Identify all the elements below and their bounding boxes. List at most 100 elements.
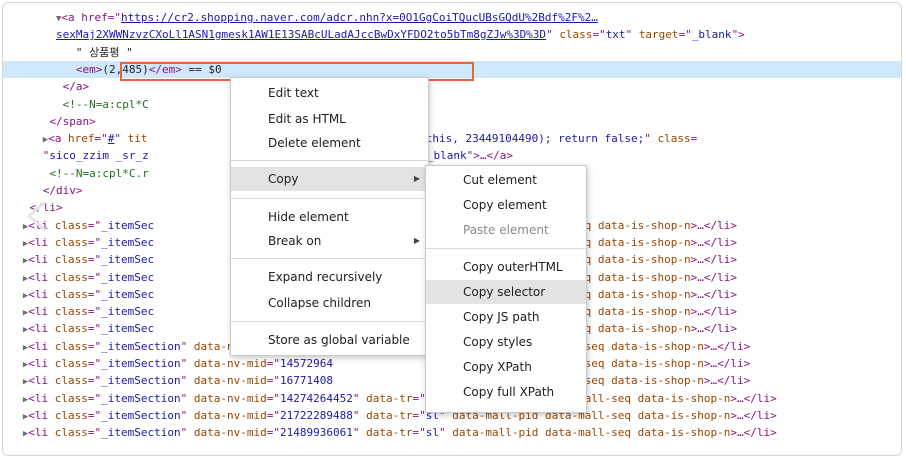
menu-separator	[426, 248, 586, 249]
code-token: "	[3, 149, 50, 163]
code-token: "	[644, 132, 658, 146]
menu-item-copy-element[interactable]: Copy element	[426, 193, 586, 217]
code-token: <li	[28, 374, 55, 388]
code-token: "	[352, 391, 367, 405]
code-token: ">…</a>	[466, 149, 513, 163]
code-token: <!--N=a:cpl*C.r	[49, 166, 149, 180]
dom-node-line[interactable]: </span>	[3, 113, 901, 130]
code-token: data-tr	[366, 426, 413, 440]
code-token: _itemSec	[101, 235, 155, 249]
triangle-right-icon: ▶	[413, 174, 420, 183]
code-token: 14274264452	[280, 391, 353, 405]
code-token: ="	[87, 391, 102, 405]
code-token: >…</li>	[690, 235, 737, 249]
code-token: >…</li>	[730, 408, 777, 422]
code-token[interactable]: sexMaj2XWWNzvzCXoLl1ASN1gmesk1AW1E13SABc…	[56, 28, 546, 41]
menu-item-break-on[interactable]: Break on ▶	[231, 229, 428, 253]
code-token: ="	[266, 426, 281, 440]
menu-item-label: Copy selector	[463, 285, 546, 299]
code-token[interactable]: https://cr2.shopping.naver.com/adcr.nhn?…	[121, 11, 598, 24]
menu-separator	[231, 198, 428, 199]
menu-item-copy-xpath[interactable]: Copy XPath	[426, 355, 586, 379]
code-token: <li	[28, 357, 55, 370]
code-token: >…</li>	[730, 426, 777, 440]
code-token: _itemSec	[101, 218, 155, 232]
code-token: ="	[87, 305, 102, 319]
code-token: <a	[48, 132, 69, 146]
code-token: ="	[266, 391, 281, 405]
menu-item-copy-js-path[interactable]: Copy JS path	[426, 305, 586, 329]
code-token: <li	[28, 270, 55, 284]
code-token: ="	[87, 408, 102, 422]
code-token: 21722289488	[280, 408, 353, 422]
code-token: ="	[87, 235, 102, 249]
menu-item-copy[interactable]: Copy ▶	[231, 167, 428, 191]
code-token: >…</li>	[703, 339, 751, 353]
dom-node-line[interactable]: ▼<a href="https://cr2.shopping.naver.com…	[3, 9, 901, 26]
code-token: "	[180, 391, 194, 405]
menu-item-label: Copy XPath	[463, 360, 532, 374]
code-token: <li	[28, 287, 55, 301]
code-token: 16771408	[280, 374, 333, 388]
code-token: "	[352, 426, 367, 440]
code-token: sico_zzim _sr_z	[49, 149, 149, 163]
menu-item-store-as-global-variable[interactable]: Store as global variable	[231, 328, 428, 352]
menu-separator	[231, 321, 428, 322]
code-token: class	[54, 287, 88, 301]
code-token: ="	[266, 408, 281, 422]
menu-item-label: Hide element	[268, 210, 349, 224]
dom-node-line[interactable]: ▶<a href="#" tit mon.Popups.scrapProduct…	[3, 130, 901, 147]
menu-item-cut-element[interactable]: Cut element	[426, 168, 586, 192]
menu-item-label: Collapse children	[268, 296, 371, 310]
code-token: class	[54, 339, 88, 353]
code-token: </div>	[42, 184, 83, 197]
code-token: class	[54, 374, 88, 388]
code-token: "	[180, 426, 194, 440]
code-token: >…</li>	[703, 357, 751, 370]
menu-item-label: Cut element	[463, 173, 537, 187]
menu-item-copy-styles[interactable]: Copy styles	[426, 330, 586, 354]
code-token: _itemSection	[101, 408, 181, 422]
menu-item-label: Expand recursively	[268, 270, 383, 284]
menu-item-label: Break on	[268, 234, 322, 248]
code-token: data-tr	[366, 391, 413, 405]
code-token: ="	[412, 391, 426, 405]
menu-item-copy-full-xpath[interactable]: Copy full XPath	[426, 380, 586, 404]
menu-item-edit-as-html[interactable]: Edit as HTML	[231, 107, 428, 131]
dom-node-line[interactable]: sexMaj2XWWNzvzCXoLl1ASN1gmesk1AW1E13SABc…	[3, 26, 901, 43]
dom-node-line[interactable]: ▶<li class="_itemSection" data-nv-mid="2…	[3, 424, 901, 441]
code-token: "	[180, 374, 194, 388]
dom-node-line[interactable]: " 상품평 "	[3, 44, 901, 61]
code-token: <li	[28, 426, 55, 440]
menu-item-edit-text[interactable]: Edit text	[231, 81, 428, 105]
code-token: ="	[87, 287, 102, 301]
menu-item-expand-recursively[interactable]: Expand recursively	[231, 265, 428, 289]
code-token: class	[559, 28, 593, 42]
code-token: txt	[605, 28, 626, 42]
code-token: _itemSec	[101, 287, 155, 301]
code-token: ="	[592, 28, 606, 42]
dom-node-line[interactable]: <!--N=a:cpl*C -->	[3, 96, 901, 113]
chevron-left-icon[interactable]	[21, 198, 57, 234]
menu-item-delete-element[interactable]: Delete element	[231, 131, 428, 155]
menu-item-collapse-children[interactable]: Collapse children	[231, 291, 428, 315]
code-token: <a href="	[61, 11, 122, 24]
context-menu: Edit text Edit as HTML Delete element Copy ▶…	[230, 77, 429, 356]
code-token: class	[54, 305, 88, 319]
menu-item-copy-selector[interactable]: Copy selector	[426, 280, 586, 304]
code-token: ="	[87, 426, 102, 440]
code-token: class	[54, 322, 88, 336]
menu-item-copy-outerhtml[interactable]: Copy outerHTML	[426, 255, 586, 279]
menu-item-label: Copy full XPath	[463, 385, 555, 399]
menu-item-hide-element[interactable]: Hide element	[231, 205, 428, 229]
code-token: >…</li>	[690, 287, 737, 301]
code-token: "	[438, 426, 453, 440]
menu-item-paste-element: Paste element	[426, 218, 586, 242]
dom-node-line[interactable]: "sico_zzim _sr_z " chpid target="_blank"…	[3, 147, 901, 164]
